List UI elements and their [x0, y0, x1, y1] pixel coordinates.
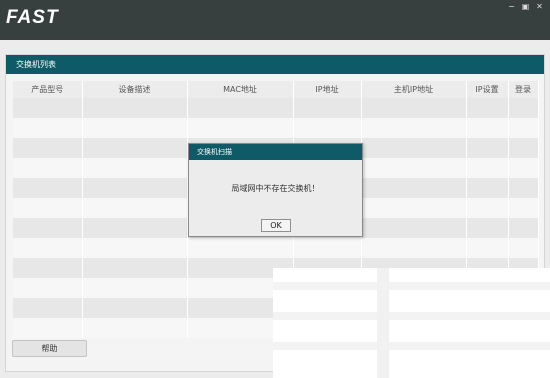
table-cell: [508, 98, 539, 118]
table-cell: [82, 218, 188, 238]
scan-dialog: 交换机扫描 局域网中不存在交换机！ OK: [188, 143, 363, 237]
column-header-login: 登录: [508, 81, 539, 98]
table-cell: [466, 218, 509, 238]
table-cell: [466, 158, 509, 178]
table-cell: [361, 138, 467, 158]
restore-icon[interactable]: ▣: [521, 2, 530, 11]
column-header-ip: IP地址: [293, 81, 362, 98]
table-cell: [361, 178, 467, 198]
table-cell: [187, 238, 294, 258]
table-cell: [508, 118, 539, 138]
table-cell: [187, 118, 294, 138]
table-cell: [82, 238, 188, 258]
help-button[interactable]: 帮助: [12, 340, 87, 357]
table-cell: [13, 318, 83, 338]
window-controls: − ▣ ✕: [507, 2, 544, 11]
table-cell: [187, 98, 294, 118]
table-cell: [82, 298, 188, 318]
column-header-mac: MAC地址: [187, 81, 294, 98]
table-cell: [82, 278, 188, 298]
table-cell: [466, 238, 509, 258]
column-header-host-ip: 主机IP地址: [361, 81, 467, 98]
overlay-stripe: [273, 312, 550, 320]
table-cell: [13, 118, 83, 138]
table-cell: [13, 278, 83, 298]
overlay-stripe: [273, 282, 550, 290]
table-cell: [508, 178, 539, 198]
close-icon[interactable]: ✕: [535, 2, 544, 11]
table-cell: [293, 238, 362, 258]
table-row: [13, 118, 539, 138]
table-cell: [361, 158, 467, 178]
table-cell: [508, 158, 539, 178]
table-cell: [466, 178, 509, 198]
table-cell: [466, 138, 509, 158]
column-header-description: 设备描述: [82, 81, 188, 98]
table-cell: [82, 138, 188, 158]
table-cell: [13, 298, 83, 318]
table-cell: [13, 218, 83, 238]
table-cell: [13, 238, 83, 258]
table-cell: [508, 218, 539, 238]
table-cell: [361, 238, 467, 258]
table-cell: [466, 118, 509, 138]
table-cell: [82, 318, 188, 338]
table-cell: [13, 158, 83, 178]
table-cell: [82, 118, 188, 138]
table-cell: [508, 198, 539, 218]
table-cell: [82, 178, 188, 198]
table-cell: [508, 238, 539, 258]
table-cell: [82, 198, 188, 218]
table-cell: [293, 118, 362, 138]
table-cell: [361, 218, 467, 238]
table-cell: [508, 138, 539, 158]
table-cell: [466, 98, 509, 118]
table-cell: [13, 178, 83, 198]
table-cell: [82, 258, 188, 278]
dialog-title: 交换机扫描: [189, 144, 362, 160]
blank-overlay: [273, 268, 550, 378]
overlay-divider: [377, 268, 389, 378]
ok-button[interactable]: OK: [261, 219, 291, 232]
minimize-icon[interactable]: −: [507, 2, 516, 11]
panel-title: 交换机列表: [6, 55, 544, 74]
table-cell: [361, 198, 467, 218]
column-header-ip-settings: IP设置: [466, 81, 509, 98]
table-header-row: 产品型号 设备描述 MAC地址 IP地址 主机IP地址 IP设置 登录: [13, 81, 539, 98]
title-bar: FAST − ▣ ✕: [0, 0, 550, 40]
table-cell: [361, 118, 467, 138]
table-cell: [13, 98, 83, 118]
table-row: [13, 98, 539, 118]
fast-logo: FAST: [6, 7, 59, 28]
dialog-message: 局域网中不存在交换机！: [231, 184, 320, 193]
table-cell: [293, 98, 362, 118]
table-cell: [361, 98, 467, 118]
table-cell: [13, 258, 83, 278]
table-cell: [82, 158, 188, 178]
table-cell: [466, 198, 509, 218]
table-cell: [13, 198, 83, 218]
overlay-stripe: [273, 342, 550, 350]
table-row: [13, 238, 539, 258]
column-header-model: 产品型号: [13, 81, 83, 98]
table-cell: [13, 138, 83, 158]
table-cell: [82, 98, 188, 118]
